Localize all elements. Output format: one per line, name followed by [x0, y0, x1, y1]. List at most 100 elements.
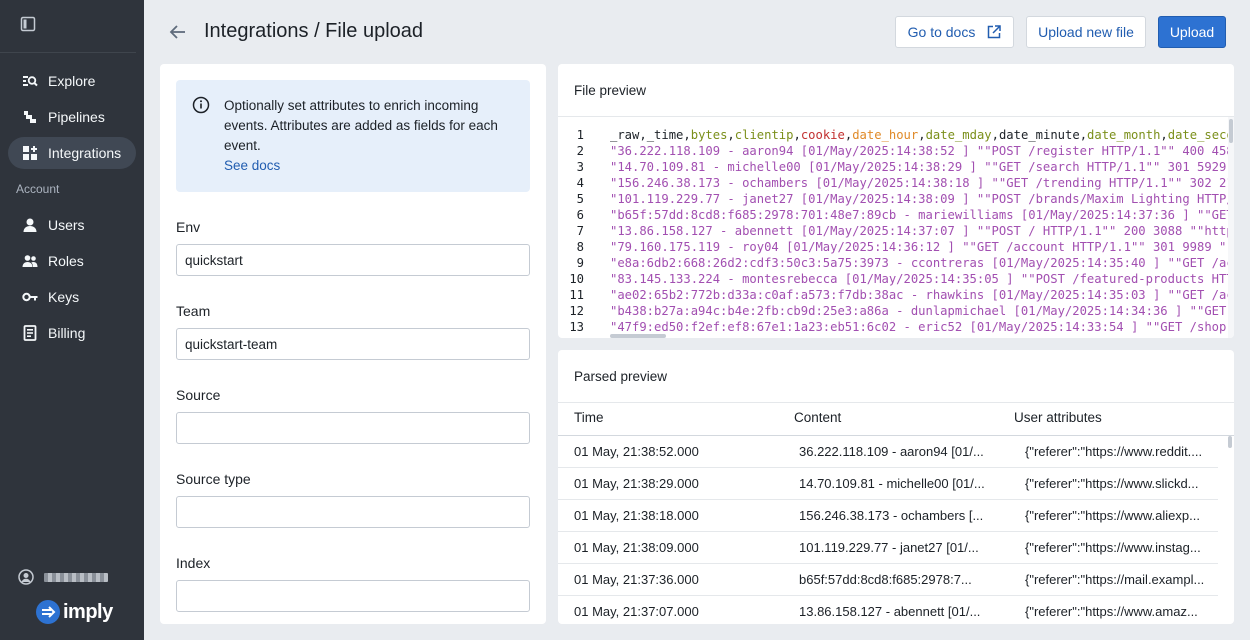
csv-header-column: date_seco [1167, 128, 1234, 142]
table-row[interactable]: 01 May, 21:37:36.000 b65f:57dd:8cd8:f685:… [558, 564, 1218, 596]
pipelines-icon [22, 109, 38, 125]
table-row[interactable]: 01 May, 21:38:18.000 156.246.38.173 - och… [558, 500, 1218, 532]
code-line: 7 "13.86.158.127 - abennett [01/May/2025:… [558, 223, 1234, 239]
sidebar-item-pipelines[interactable]: Pipelines [8, 101, 136, 133]
cell-user-attributes: {"referer":"https://www.aliexp... [1025, 508, 1200, 523]
cell-content: 36.222.118.109 - aaron94 [01/... [799, 444, 984, 459]
csv-header-column: clientip [734, 128, 794, 142]
index-input[interactable] [176, 580, 530, 612]
source-input[interactable] [176, 412, 530, 444]
code-line-text: "47f9:ed50:f2ef:ef8:67e1:1a23:eb51:6c02 … [610, 320, 1227, 334]
file-preview-code[interactable]: 1 _raw,_time,bytes,clientip,cookie,date_… [558, 116, 1234, 338]
cell-time: 01 May, 21:38:52.000 [574, 444, 699, 459]
sidebar-item-label: Users [48, 217, 85, 233]
table-row[interactable]: 01 May, 21:37:07.000 13.86.158.127 - aben… [558, 596, 1218, 624]
sidebar-divider [0, 52, 136, 53]
table-row[interactable]: 01 May, 21:38:09.000 101.119.229.77 - jan… [558, 532, 1218, 564]
sidebar-item-label: Explore [48, 73, 96, 89]
code-line: 2 "36.222.118.109 - aaron94 [01/May/2025:… [558, 143, 1234, 159]
code-horizontal-scrollbar[interactable] [610, 334, 666, 338]
table-row[interactable]: 01 May, 21:38:52.000 36.222.118.109 - aar… [558, 436, 1218, 468]
code-line-text: "36.222.118.109 - aaron94 [01/May/2025:1… [610, 144, 1234, 158]
cell-user-attributes: {"referer":"https://www.slickd... [1025, 476, 1199, 491]
code-line: 4 "156.246.38.173 - ochambers [01/May/202… [558, 175, 1234, 191]
code-line: 8 "79.160.175.119 - roy04 [01/May/2025:14… [558, 239, 1234, 255]
cell-time: 01 May, 21:37:36.000 [574, 572, 699, 587]
info-icon [192, 96, 210, 114]
table-vertical-scrollbar[interactable] [1228, 436, 1232, 448]
team-label: Team [176, 303, 211, 319]
user-avatar-icon [18, 569, 34, 585]
line-number: 1 [576, 128, 584, 142]
code-line: 1 _raw,_time,bytes,clientip,cookie,date_… [558, 127, 1234, 143]
line-number: 7 [576, 224, 584, 238]
file-preview-title: File preview [574, 83, 647, 98]
user-icon [22, 217, 38, 233]
go-to-docs-button[interactable]: Go to docs [895, 16, 1014, 48]
source-type-input[interactable] [176, 496, 530, 528]
cell-time: 01 May, 21:37:07.000 [574, 604, 699, 619]
user-menu[interactable] [18, 569, 108, 585]
sidebar-collapse-icon[interactable] [20, 16, 36, 32]
code-line: 11 "ae02:65b2:772b:d33a:c0af:a573:f7db:38… [558, 287, 1234, 303]
cell-time: 01 May, 21:38:18.000 [574, 508, 699, 523]
code-line: 3 "14.70.109.81 - michelle00 [01/May/2025… [558, 159, 1234, 175]
billing-icon [22, 325, 38, 341]
upload-new-file-label: Upload new file [1038, 24, 1134, 40]
code-vertical-scrollbar[interactable] [1228, 117, 1234, 338]
sidebar-item-roles[interactable]: Roles [8, 245, 136, 277]
csv-header-column: date_hour [852, 128, 919, 142]
sidebar-item-label: Roles [48, 253, 84, 269]
code-line-text: "13.86.158.127 - abennett [01/May/2025:1… [610, 224, 1234, 238]
csv-header-column: date_mday [925, 128, 992, 142]
sidebar-item-users[interactable]: Users [8, 209, 136, 241]
code-line-text: "b65f:57dd:8cd8:f685:2978:701:48e7:89cb … [610, 208, 1234, 222]
sidebar-item-label: Pipelines [48, 109, 105, 125]
code-line-text: "101.119.229.77 - janet27 [01/May/2025:1… [610, 192, 1234, 206]
line-number: 12 [569, 304, 584, 318]
env-input[interactable] [176, 244, 530, 276]
sidebar-item-billing[interactable]: Billing [8, 317, 136, 349]
code-line-text: "14.70.109.81 - michelle00 [01/May/2025:… [610, 160, 1227, 174]
cell-content: 14.70.109.81 - michelle00 [01/... [799, 476, 985, 491]
line-number: 8 [576, 240, 584, 254]
cell-user-attributes: {"referer":"https://mail.exampl... [1025, 572, 1205, 587]
imply-logo: imply [36, 600, 113, 624]
source-type-label: Source type [176, 471, 251, 487]
column-header-user-attributes[interactable]: User attributes [1014, 410, 1102, 425]
column-header-time[interactable]: Time [574, 410, 604, 425]
sidebar-item-integrations[interactable]: Integrations [8, 137, 136, 169]
info-callout: Optionally set attributes to enrich inco… [176, 80, 530, 192]
index-label: Index [176, 555, 211, 571]
cell-time: 01 May, 21:38:29.000 [574, 476, 699, 491]
sidebar-item-explore[interactable]: Explore [8, 65, 136, 97]
team-input[interactable] [176, 328, 530, 360]
env-label: Env [176, 219, 201, 235]
code-line-text: "ae02:65b2:772b:d33a:c0af:a573:f7db:38ac… [610, 288, 1234, 302]
line-number: 5 [576, 192, 584, 206]
sidebar-item-keys[interactable]: Keys [8, 281, 136, 313]
column-header-content[interactable]: Content [794, 410, 841, 425]
code-line-text: "b438:b27a:a94c:b4e:2fb:cb9d:25e3:a86a -… [610, 304, 1227, 318]
callout-text: Optionally set attributes to enrich inco… [224, 98, 498, 153]
roles-icon [22, 253, 38, 269]
csv-header-column: date_minute [998, 128, 1080, 142]
upload-new-file-button[interactable]: Upload new file [1026, 16, 1146, 48]
see-docs-link[interactable]: See docs [224, 156, 280, 176]
go-to-docs-label: Go to docs [907, 24, 976, 40]
line-number: 6 [576, 208, 584, 222]
cell-user-attributes: {"referer":"https://www.reddit.... [1025, 444, 1203, 459]
line-number: 9 [576, 256, 584, 270]
csv-header-column: date_month [1087, 128, 1161, 142]
cell-content: 101.119.229.77 - janet27 [01/... [799, 540, 979, 555]
key-icon [22, 289, 38, 305]
code-line: 12 "b438:b27a:a94c:b4e:2fb:cb9d:25e3:a86a… [558, 303, 1234, 319]
user-name-redacted [44, 572, 108, 582]
back-arrow-icon[interactable] [168, 22, 188, 42]
table-row[interactable]: 01 May, 21:38:29.000 14.70.109.81 - miche… [558, 468, 1218, 500]
source-label: Source [176, 387, 221, 403]
line-number: 4 [576, 176, 584, 190]
upload-button[interactable]: Upload [1158, 16, 1226, 48]
code-line: 10 "83.145.133.224 - montesrebecca [01/Ma… [558, 271, 1234, 287]
page-title: Integrations / File upload [204, 20, 424, 42]
